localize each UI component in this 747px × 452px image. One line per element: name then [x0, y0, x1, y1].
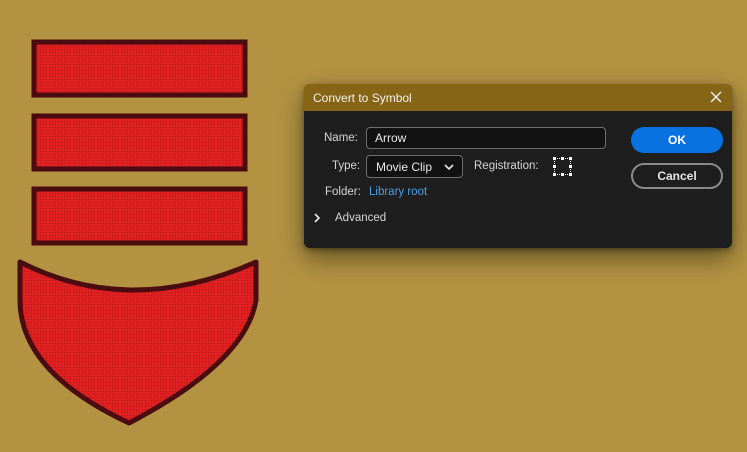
advanced-toggle[interactable]: Advanced: [313, 210, 386, 226]
type-label: Type:: [332, 160, 361, 172]
name-input[interactable]: [366, 127, 606, 149]
type-select-value: Movie Clip: [376, 159, 433, 174]
arrow-shape-bar-2[interactable]: [31, 113, 248, 172]
arrow-shape-bar-1[interactable]: [31, 39, 248, 98]
registration-label: Registration:: [474, 160, 539, 172]
cancel-button[interactable]: Cancel: [631, 163, 723, 189]
type-select[interactable]: Movie Clip: [366, 155, 463, 178]
advanced-label: Advanced: [335, 212, 387, 224]
close-icon[interactable]: [708, 89, 724, 105]
chevron-right-icon: [314, 213, 321, 223]
dialog-titlebar: Convert to Symbol: [304, 84, 732, 111]
ok-button[interactable]: OK: [631, 127, 723, 153]
arrow-shape-bar-3[interactable]: [31, 186, 248, 246]
folder-label: Folder:: [325, 186, 361, 198]
folder-link[interactable]: Library root: [369, 186, 427, 198]
name-label: Name:: [324, 132, 358, 144]
registration-grid-icon[interactable]: [553, 157, 572, 176]
chevron-down-icon: [444, 164, 454, 171]
dialog-title: Convert to Symbol: [313, 90, 412, 105]
arrow-shape-head[interactable]: [17, 259, 259, 426]
convert-to-symbol-dialog: Convert to Symbol Name: Type: Movie Clip…: [304, 84, 732, 248]
